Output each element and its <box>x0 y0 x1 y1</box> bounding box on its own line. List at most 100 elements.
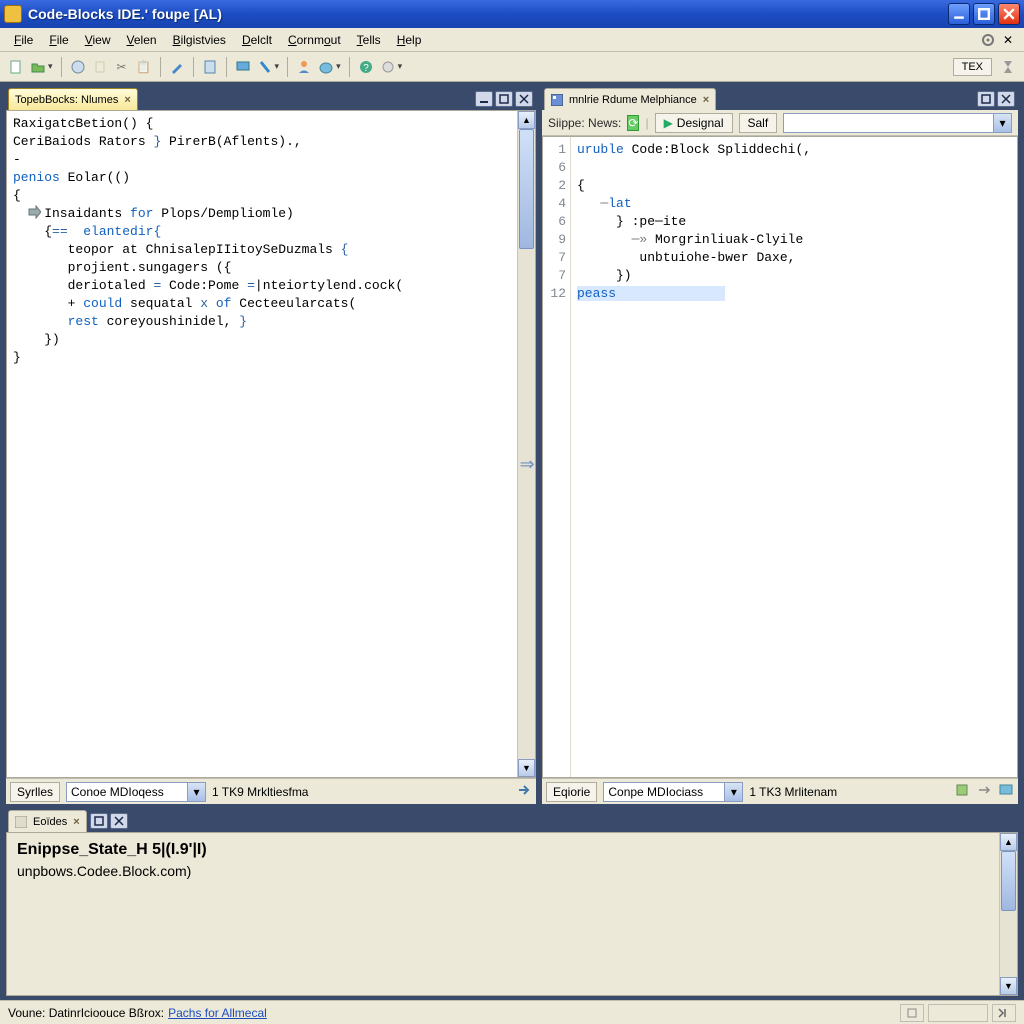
tool-globe-icon[interactable] <box>68 57 88 77</box>
status-cell-2[interactable] <box>928 1004 988 1022</box>
status-text: Voune: DatinrIcioouce Bßrox: <box>8 1006 164 1020</box>
chevron-down-icon[interactable]: ▾ <box>993 114 1011 132</box>
toolbar: ▾ ✂ 📋 ▾ ▾ ? ▾ TEX <box>0 52 1024 82</box>
splitter-handle-icon[interactable]: ⇒ <box>517 444 537 484</box>
console-body[interactable]: Enippse_State_H 5|(I.9'|I) unpbows.Codee… <box>7 833 999 995</box>
menubar-close-icon[interactable]: ✕ <box>998 30 1018 50</box>
bottom-scrollbar[interactable]: ▲ ▼ <box>999 833 1017 995</box>
left-pane: TopebBocks: Nlumes × RaxigatcBetion() { … <box>0 82 540 804</box>
menu-delclt[interactable]: Delclt <box>234 31 280 49</box>
tool-more-icon[interactable] <box>378 57 398 77</box>
console-headline: Enippse_State_H 5|(I.9'|I) <box>17 841 989 859</box>
maximize-button[interactable] <box>973 3 995 25</box>
menu-tells[interactable]: Tells <box>349 31 389 49</box>
left-tabstrip: TopebBocks: Nlumes × <box>6 86 536 110</box>
menu-help[interactable]: Help <box>389 31 430 49</box>
bottom-panel-close-icon[interactable] <box>110 813 128 829</box>
window-title: Code-Blocks IDE.' foupe [AL) <box>28 6 948 22</box>
left-pane-max-icon[interactable] <box>495 91 513 107</box>
workspace: TopebBocks: Nlumes × RaxigatcBetion() { … <box>0 82 1024 804</box>
left-tab-close-icon[interactable]: × <box>124 94 130 106</box>
tool-paint-icon[interactable] <box>316 57 336 77</box>
tool-doc-icon[interactable] <box>200 57 220 77</box>
subheader-saf-button[interactable]: Salf <box>739 113 778 133</box>
tool-help-icon[interactable]: ? <box>356 57 376 77</box>
window-controls <box>948 3 1024 25</box>
minimize-button[interactable] <box>948 3 970 25</box>
subheader-combo[interactable]: ▾ <box>783 113 1012 133</box>
tool-monitor-icon[interactable] <box>233 57 253 77</box>
left-editor[interactable]: RaxigatcBetion() { CeriBaiods Rators } P… <box>6 110 536 778</box>
svg-text:?: ? <box>363 63 369 74</box>
toolbar-hourglass-icon[interactable] <box>998 57 1018 77</box>
right-bottom-icon-3[interactable] <box>998 782 1014 801</box>
left-bottom-go-icon[interactable] <box>516 782 532 801</box>
tool-paint-dd[interactable]: ▾ <box>336 61 341 72</box>
right-bottom-tab[interactable]: Eqiorie <box>546 782 597 802</box>
titlebar: Code-Blocks IDE.' foupe [AL) <box>0 0 1024 28</box>
scroll-thumb[interactable] <box>1001 851 1016 911</box>
scroll-down-icon[interactable]: ▼ <box>518 759 535 777</box>
tool-cut-icon[interactable]: ✂ <box>112 57 132 77</box>
menu-velen[interactable]: Velen <box>119 31 165 49</box>
toolbar-tex-button[interactable]: TEX <box>953 58 992 76</box>
subheader-sync-icon[interactable]: ⟳ <box>627 115 639 131</box>
right-tab-close-icon[interactable]: × <box>703 94 709 106</box>
menubar-gear-icon[interactable] <box>978 30 998 50</box>
tool-open-icon[interactable] <box>28 57 48 77</box>
bottom-tab[interactable]: Eoïdes × <box>8 810 87 832</box>
close-button[interactable] <box>998 3 1020 25</box>
subheader-design-button[interactable]: ▶Designal <box>655 113 733 133</box>
tool-paste-icon[interactable]: 📋 <box>134 57 154 77</box>
left-code[interactable]: RaxigatcBetion() { CeriBaiods Rators } P… <box>7 111 517 777</box>
scroll-thumb[interactable] <box>519 129 534 249</box>
console-subline: unpbows.Codee.Block.com) <box>17 863 989 879</box>
tool-phone-icon[interactable] <box>255 57 275 77</box>
menu-cornmout[interactable]: Cornmout <box>280 31 349 49</box>
right-pane-close-icon[interactable] <box>997 91 1015 107</box>
right-gutter: 1624697712 <box>543 137 571 777</box>
menu-view[interactable]: View <box>77 31 119 49</box>
scroll-up-icon[interactable]: ▲ <box>1000 833 1017 851</box>
status-link[interactable]: Pachs for Allmecal <box>168 1006 267 1020</box>
menu-bilgistvies[interactable]: Bilgistvies <box>165 31 234 49</box>
left-bottom-info: 1 TK9 Mrkltiesfma <box>212 785 308 799</box>
status-cell-1[interactable] <box>900 1004 924 1022</box>
left-bottom-combo[interactable]: Conoe MDIoqess▾ <box>66 782 206 802</box>
tool-brush-icon[interactable] <box>167 57 187 77</box>
statusbar: Voune: DatinrIcioouce Bßrox: Pachs for A… <box>0 1000 1024 1024</box>
breakpoint-marker-icon[interactable] <box>27 205 41 219</box>
bottom-panel-max-icon[interactable] <box>90 813 108 829</box>
tool-new-icon[interactable] <box>6 57 26 77</box>
left-pane-bottom: Syrlles Conoe MDIoqess▾ 1 TK9 Mrkltiesfm… <box>6 778 536 804</box>
chevron-down-icon[interactable]: ▾ <box>724 783 742 801</box>
scroll-up-icon[interactable]: ▲ <box>518 111 535 129</box>
right-bottom-icon-1[interactable] <box>954 782 970 801</box>
console-icon <box>15 816 27 828</box>
status-cell-3[interactable] <box>992 1004 1016 1022</box>
tool-clip-icon[interactable] <box>90 57 110 77</box>
right-bottom-icon-2[interactable] <box>976 782 992 801</box>
app-icon <box>4 5 22 23</box>
menu-file-2[interactable]: File <box>41 31 76 49</box>
right-code[interactable]: uruble Code:Block Spliddechi(, { ─lat } … <box>571 137 1017 777</box>
menubar: File File View Velen Bilgistvies Delclt … <box>0 28 1024 52</box>
left-bottom-tab[interactable]: Syrlles <box>10 782 60 802</box>
right-editor[interactable]: 1624697712 uruble Code:Block Spliddechi(… <box>542 136 1018 778</box>
left-tab[interactable]: TopebBocks: Nlumes × <box>8 88 138 110</box>
chevron-down-icon[interactable]: ▾ <box>187 783 205 801</box>
tool-more-dd[interactable]: ▾ <box>398 61 403 72</box>
left-pane-close-icon[interactable] <box>515 91 533 107</box>
right-tab[interactable]: mnlrie Rdume Melphiance × <box>544 88 716 110</box>
right-bottom-combo[interactable]: Conpe MDIociass▾ <box>603 782 743 802</box>
tool-phone-dd[interactable]: ▾ <box>275 61 280 72</box>
menu-file-1[interactable]: File <box>6 31 41 49</box>
left-pane-min-icon[interactable] <box>475 91 493 107</box>
scroll-down-icon[interactable]: ▼ <box>1000 977 1017 995</box>
bottom-tab-label: Eoïdes <box>33 816 67 828</box>
bottom-tab-close-icon[interactable]: × <box>73 816 79 828</box>
bottom-content: Enippse_State_H 5|(I.9'|I) unpbows.Codee… <box>6 832 1018 996</box>
tool-person-icon[interactable] <box>294 57 314 77</box>
right-pane-max-icon[interactable] <box>977 91 995 107</box>
tool-open-dd[interactable]: ▾ <box>48 61 53 72</box>
